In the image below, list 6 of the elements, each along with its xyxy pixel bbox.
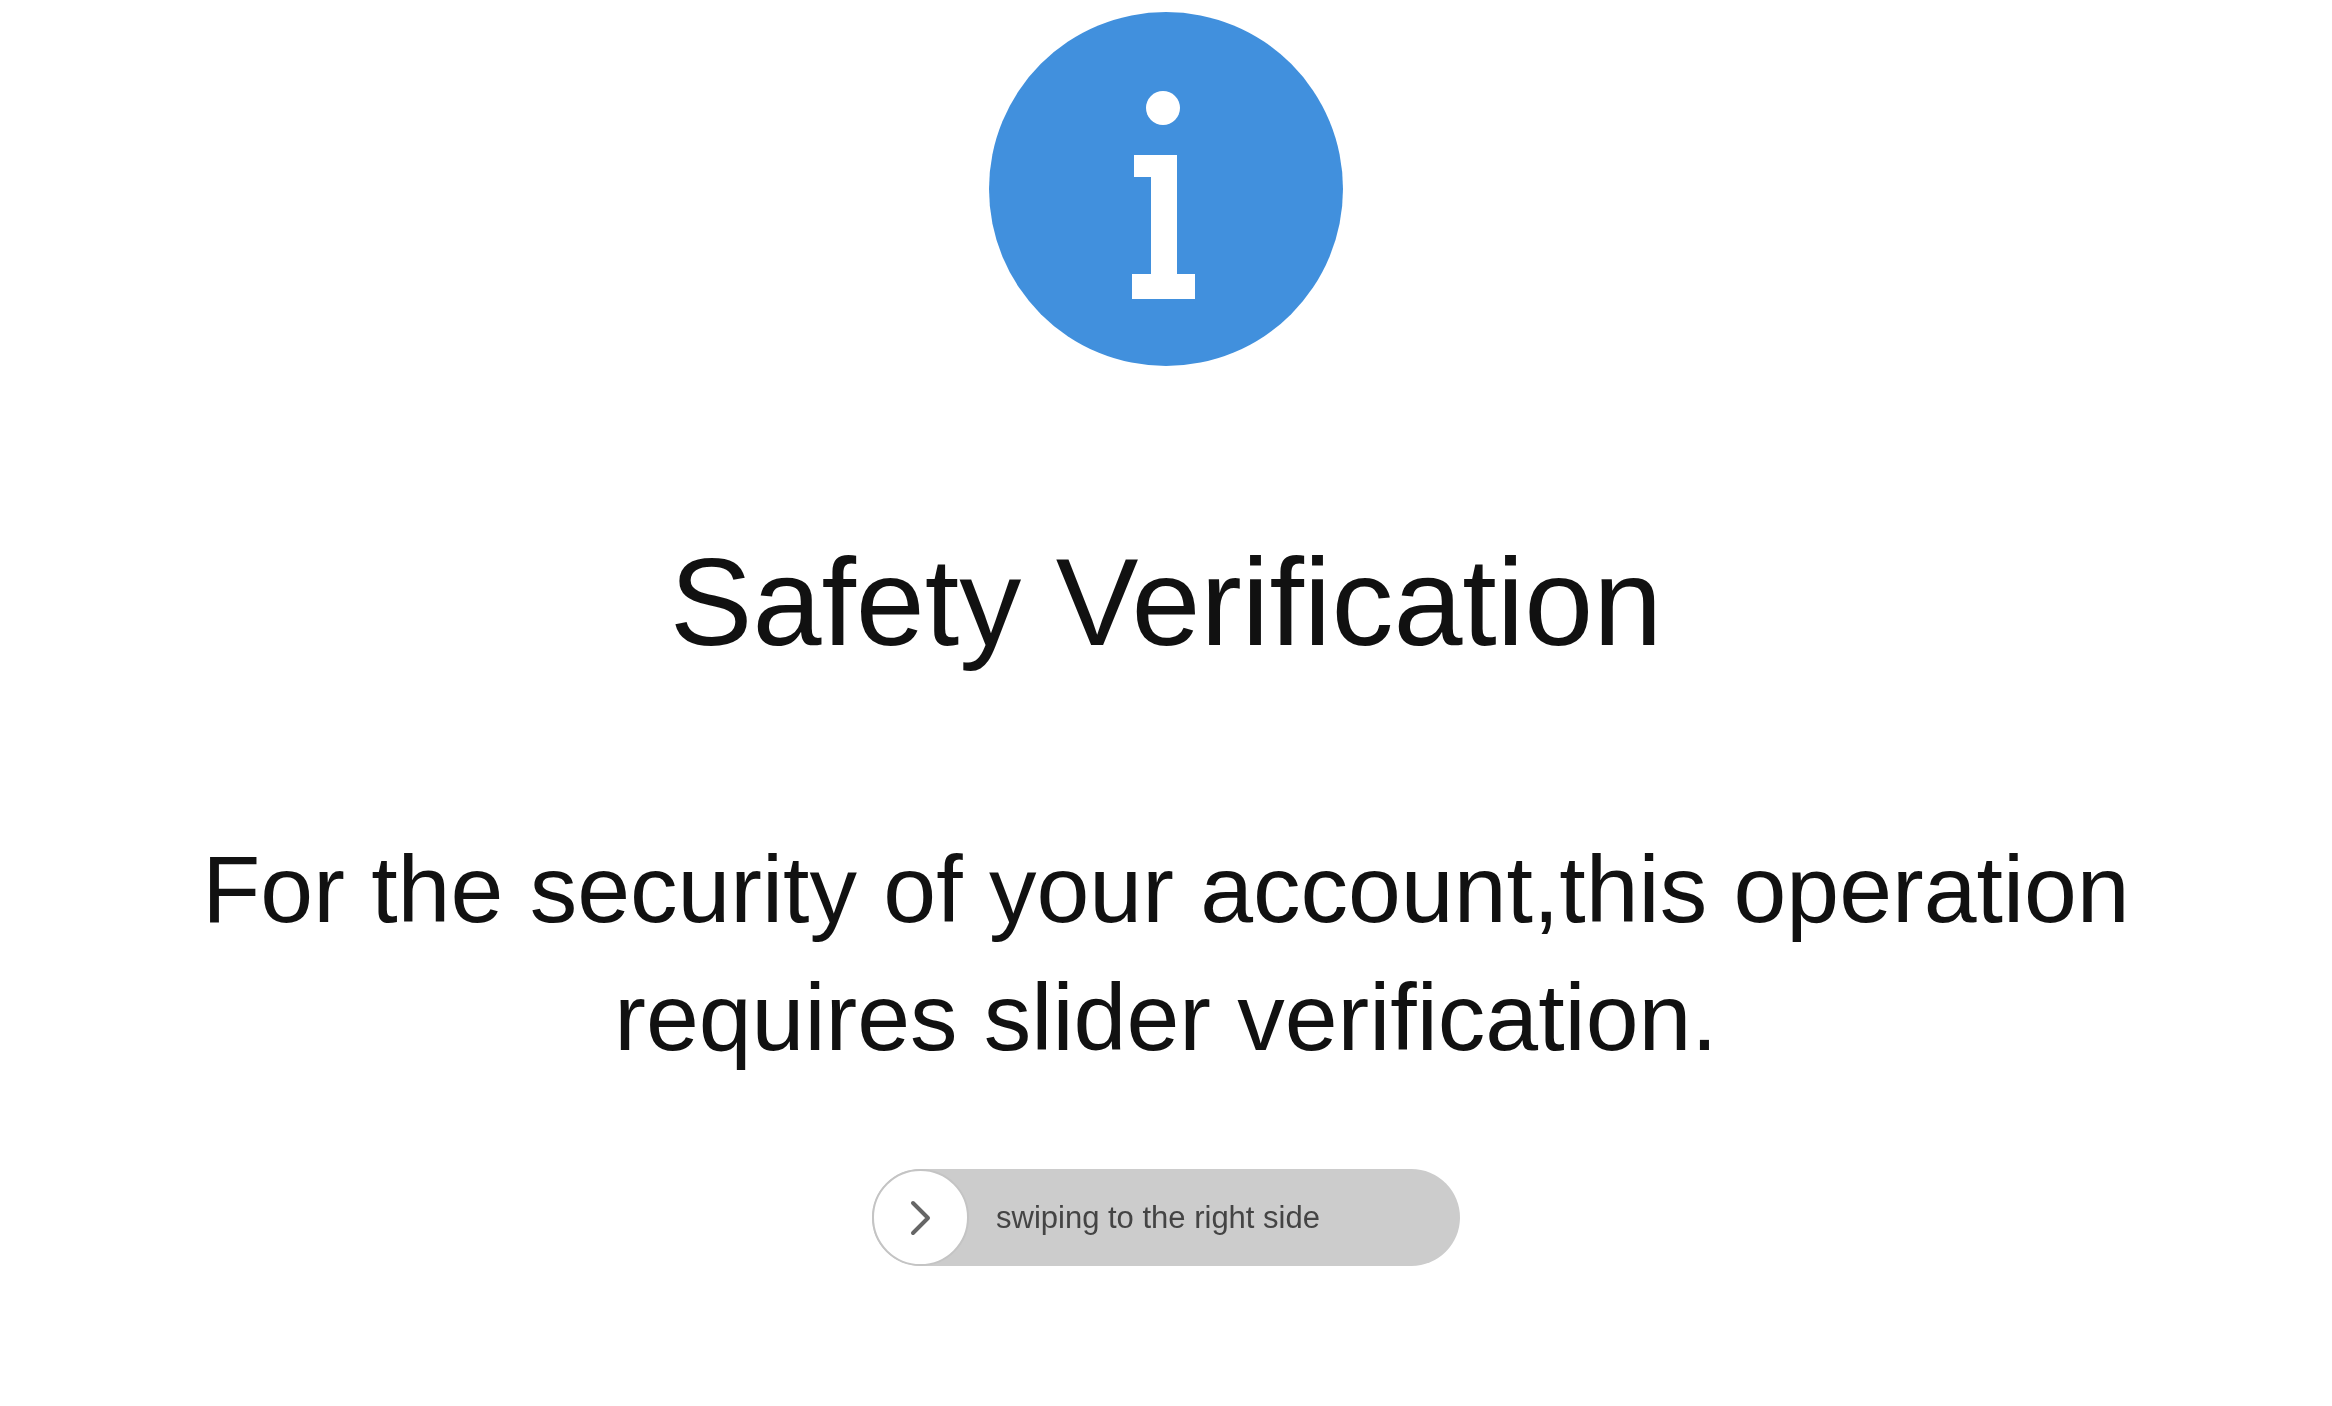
info-icon [989,12,1343,366]
page-title: Safety Verification [669,532,1663,673]
slider-track[interactable]: swiping to the right side [872,1169,1460,1266]
chevron-right-icon [909,1199,932,1236]
slider-label: swiping to the right side [996,1199,1320,1237]
verification-message: For the security of your account,this operation requires slider verification. [201,835,2131,1072]
